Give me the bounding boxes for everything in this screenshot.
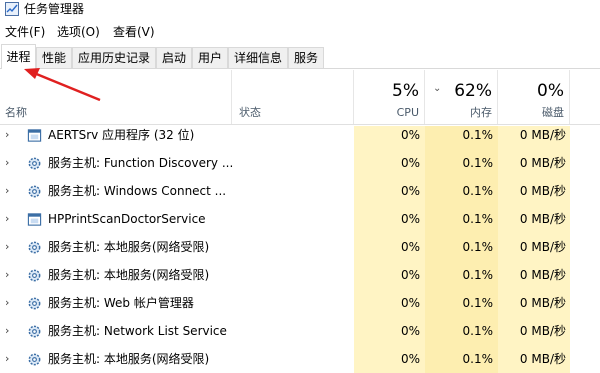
process-memory: 0.1% [462,128,494,142]
menu-view[interactable]: 查看(V) [113,23,155,41]
expand-chevron-icon[interactable]: › [5,240,9,254]
process-name: 服务主机: 本地服务(网络受限) [48,352,210,366]
menu-options[interactable]: 选项(O) [57,23,100,41]
expand-chevron-icon[interactable]: › [5,352,9,366]
tab-processes[interactable]: 进程 [1,44,36,69]
process-cpu: 0% [400,212,420,226]
memory-header-label: 内存 [470,106,492,119]
tab-bar: 进程 性能 应用历史记录 启动 用户 详细信息 服务 [0,44,600,69]
process-cpu: 0% [400,268,420,282]
process-cpu: 0% [400,296,420,310]
process-disk: 0 MB/秒 [519,240,566,254]
disk-column-header[interactable]: 0% 磁盘 [498,70,570,124]
process-disk: 0 MB/秒 [519,184,566,198]
expand-chevron-icon[interactable]: › [5,212,9,226]
gear-icon [27,156,42,171]
sort-chevron-down-icon: ⌄ [433,83,442,94]
expand-chevron-icon[interactable]: › [5,268,9,282]
tab-details[interactable]: 详细信息 [228,47,288,68]
process-row[interactable]: › 服务主机: 本地服务(网络受限) 0% 0.1% 0 MB/秒 [0,261,600,289]
process-name: AERTSrv 应用程序 (32 位) [48,128,195,142]
tab-performance[interactable]: 性能 [36,47,72,68]
task-manager-icon [5,2,19,16]
process-row[interactable]: › 服务主机: Web 帐户管理器 0% 0.1% 0 MB/秒 [0,289,600,317]
process-row[interactable]: › 服务主机: 本地服务(网络受限) 0% 0.1% 0 MB/秒 [0,233,600,261]
process-name: 服务主机: Network List Service [48,324,227,338]
name-header-label: 名称 [5,106,27,119]
process-row[interactable]: › 服务主机: 本地服务(网络受限) 0% 0.1% 0 MB/秒 [0,345,600,373]
process-memory: 0.1% [462,240,494,254]
process-cpu: 0% [400,156,420,170]
cpu-column-header[interactable]: 5% CPU [354,70,425,124]
disk-total-percent: 0% [537,81,564,101]
tab-app-history[interactable]: 应用历史记录 [72,47,156,68]
title-bar: 任务管理器 [0,0,600,20]
process-name: 服务主机: Windows Connect ... [48,184,227,198]
tab-startup[interactable]: 启动 [156,47,192,68]
process-memory: 0.1% [462,212,494,226]
gear-icon [27,296,42,311]
status-header-label: 状态 [239,106,261,119]
cpu-header-label: CPU [396,106,419,119]
process-cpu: 0% [400,352,420,366]
process-row[interactable]: › 服务主机: Function Discovery ... 0% 0.1% 0 MB/… [0,149,600,177]
memory-column-header[interactable]: 62% 内存 [425,70,498,124]
process-disk: 0 MB/秒 [519,352,566,366]
process-memory: 0.1% [462,268,494,282]
process-memory: 0.1% [462,324,494,338]
expand-chevron-icon[interactable]: › [5,296,9,310]
process-disk: 0 MB/秒 [519,324,566,338]
process-name: HPPrintScanDoctorService [48,212,206,226]
expand-chevron-icon[interactable]: › [5,156,9,170]
process-row[interactable]: › AERTSrv 应用程序 (32 位) 0% 0.1% 0 MB/秒 [0,121,600,149]
process-disk: 0 MB/秒 [519,212,566,226]
process-cpu: 0% [400,324,420,338]
process-name: 服务主机: 本地服务(网络受限) [48,240,210,254]
memory-total-percent: 62% [454,81,492,101]
window-icon [27,128,42,143]
column-header: 名称 状态 5% CPU 62% 内存 0% 磁盘 ⌄ [0,70,600,125]
expand-chevron-icon[interactable]: › [5,128,9,142]
process-memory: 0.1% [462,296,494,310]
gear-icon [27,324,42,339]
process-row[interactable]: › HPPrintScanDoctorService 0% 0.1% 0 MB/秒 [0,205,600,233]
tab-services[interactable]: 服务 [288,47,324,68]
status-column-header[interactable]: 状态 [232,70,354,124]
expand-chevron-icon[interactable]: › [5,324,9,338]
process-row[interactable]: › 服务主机: Windows Connect ... 0% 0.1% 0 MB/秒 [0,177,600,205]
menu-bar: 文件(F) 选项(O) 查看(V) [0,23,600,41]
process-disk: 0 MB/秒 [519,156,566,170]
expand-chevron-icon[interactable]: › [5,184,9,198]
cpu-total-percent: 5% [392,81,419,101]
process-memory: 0.1% [462,352,494,366]
window-title: 任务管理器 [24,2,85,16]
menu-file[interactable]: 文件(F) [5,23,45,41]
process-disk: 0 MB/秒 [519,268,566,282]
name-column-header[interactable]: 名称 [0,70,232,124]
process-memory: 0.1% [462,156,494,170]
process-disk: 0 MB/秒 [519,296,566,310]
process-cpu: 0% [400,184,420,198]
gear-icon [27,268,42,283]
process-cpu: 0% [400,128,420,142]
process-name: 服务主机: 本地服务(网络受限) [48,268,210,282]
process-disk: 0 MB/秒 [519,128,566,142]
process-name: 服务主机: Function Discovery ... [48,156,234,170]
window-icon [27,212,42,227]
tab-users[interactable]: 用户 [192,47,228,68]
process-cpu: 0% [400,240,420,254]
gear-icon [27,184,42,199]
process-name: 服务主机: Web 帐户管理器 [48,296,194,310]
process-memory: 0.1% [462,184,494,198]
gear-icon [27,352,42,367]
gear-icon [27,240,42,255]
process-row[interactable]: › 服务主机: Network List Service 0% 0.1% 0 MB/秒 [0,317,600,345]
disk-header-label: 磁盘 [542,106,564,119]
